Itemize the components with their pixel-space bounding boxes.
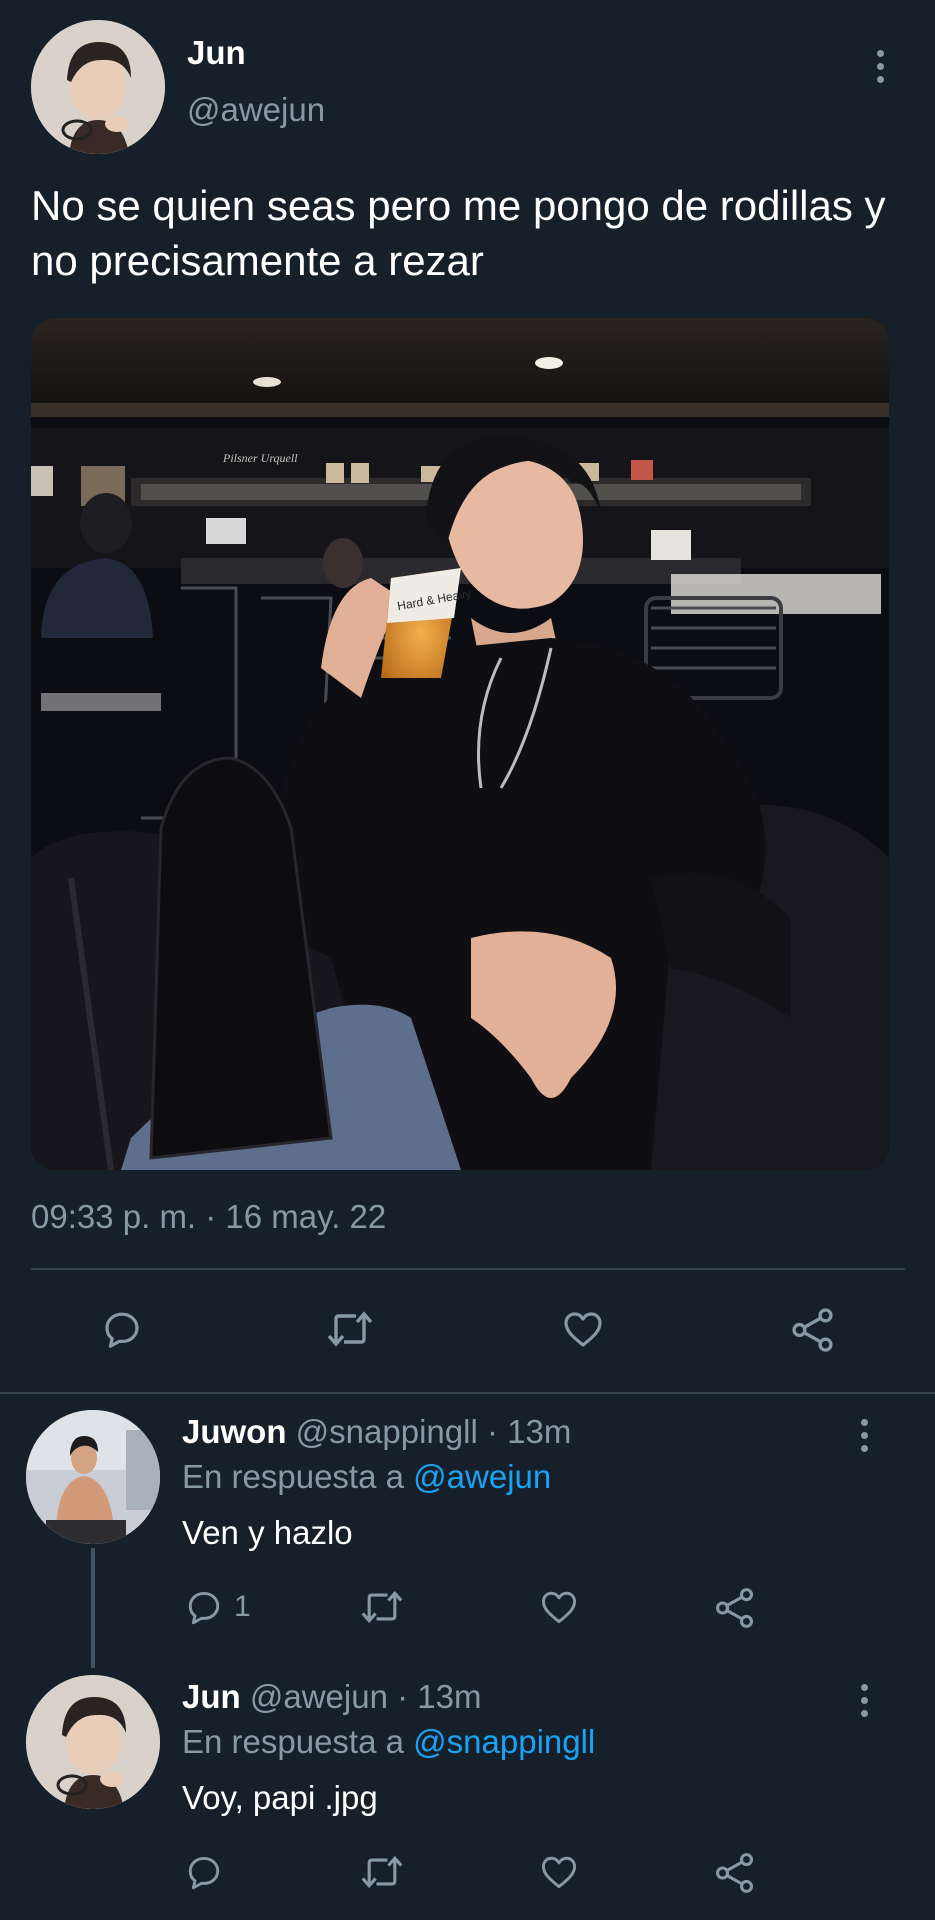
like-button[interactable] [536, 1850, 582, 1894]
like-button[interactable] [558, 1305, 608, 1353]
reply-count: 1 [234, 1590, 251, 1623]
reply-header: Juwon @snappingll · 13m [182, 1412, 571, 1452]
reply-author-meta: @snappingll · 13m [295, 1413, 572, 1450]
tweet-timestamp[interactable]: 09:33 p. m. · 16 may. 22 [31, 1197, 386, 1237]
reply-author-name[interactable]: Juwon [182, 1413, 287, 1450]
more-options-button[interactable] [858, 1684, 870, 1717]
author-name[interactable]: Jun [187, 33, 246, 73]
more-icon [876, 50, 884, 57]
section-divider [0, 1392, 935, 1394]
reply-author-name[interactable]: Jun [182, 1678, 241, 1715]
retweet-icon [361, 1590, 403, 1624]
reply-avatar[interactable] [26, 1410, 160, 1544]
retweet-button[interactable] [322, 1305, 378, 1353]
reply-avatar[interactable] [26, 1675, 160, 1809]
retweet-icon [327, 1311, 373, 1347]
tweet-text: No se quien seas pero me pongo de rodill… [31, 182, 886, 284]
more-icon [860, 1684, 868, 1691]
author-avatar[interactable] [31, 20, 165, 154]
reply-avatar-image [26, 1675, 160, 1809]
reply-to-line: En respuesta a @awejun [182, 1457, 551, 1497]
reply-to-line: En respuesta a @snappingll [182, 1722, 595, 1762]
reply-to-mention[interactable]: @awejun [413, 1458, 551, 1495]
author-handle[interactable]: @awejun [187, 90, 325, 130]
like-icon [541, 1591, 577, 1624]
more-icon [860, 1419, 868, 1426]
reply-button[interactable] [182, 1850, 226, 1894]
share-button[interactable] [712, 1585, 758, 1631]
like-button[interactable] [536, 1585, 582, 1629]
reply-avatar-image [26, 1410, 160, 1544]
reply-header: Jun @awejun · 13m [182, 1677, 481, 1717]
thread-line [91, 1548, 95, 1668]
reply-to-mention[interactable]: @snappingll [413, 1723, 595, 1760]
reply-author-meta: @awejun · 13m [249, 1678, 482, 1715]
reply-to-prefix: En respuesta a [182, 1723, 404, 1760]
reply-button[interactable]: 1 [182, 1585, 251, 1629]
divider [31, 1268, 905, 1270]
share-button[interactable] [788, 1305, 838, 1355]
more-options-button[interactable] [874, 50, 886, 83]
photo-sign-text: Pilsner Urquell [222, 451, 298, 465]
reply-text: Voy, papi .jpg [182, 1779, 378, 1816]
tweet-photo[interactable]: Pilsner Urquell Hard & Heavy [31, 318, 889, 1170]
share-icon [716, 1588, 754, 1628]
share-button[interactable] [712, 1850, 758, 1896]
reply-icon [188, 1591, 220, 1625]
like-icon [564, 1312, 602, 1347]
reply-text: Ven y hazlo [182, 1514, 353, 1551]
share-icon [716, 1853, 754, 1893]
like-icon [541, 1856, 577, 1889]
retweet-icon [361, 1855, 403, 1889]
retweet-button[interactable] [356, 1850, 408, 1894]
author-avatar-image [31, 20, 165, 154]
share-icon [792, 1308, 833, 1352]
reply-icon [105, 1312, 139, 1348]
reply-button[interactable] [98, 1305, 146, 1353]
reply-to-prefix: En respuesta a [182, 1458, 404, 1495]
retweet-button[interactable] [356, 1585, 408, 1629]
reply-icon [188, 1856, 220, 1890]
tweet-photo-image: Pilsner Urquell Hard & Heavy [31, 318, 889, 1170]
more-options-button[interactable] [858, 1419, 870, 1452]
